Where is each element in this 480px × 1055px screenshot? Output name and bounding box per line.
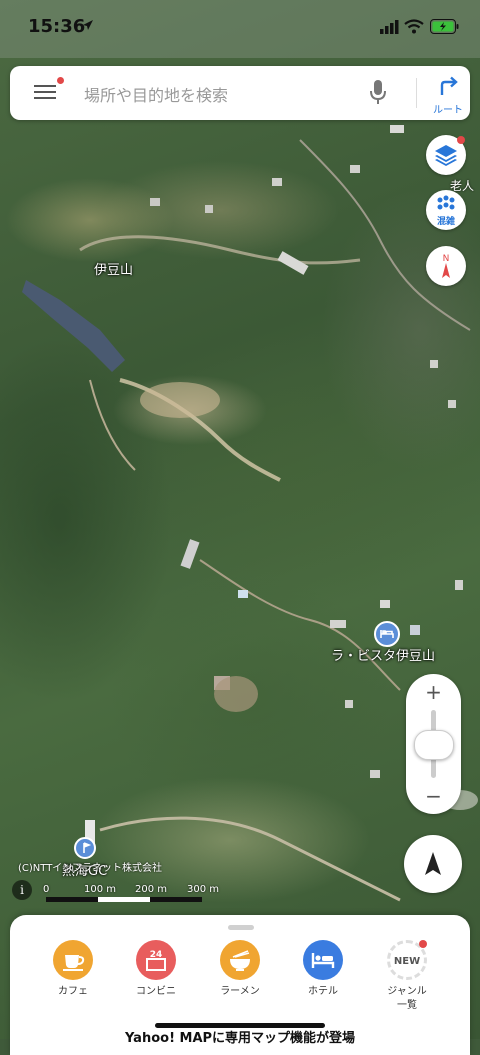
layers-notification-dot [457,136,465,144]
category-ramen[interactable]: ラーメン [200,940,280,999]
area-label: 伊豆山 [94,263,134,278]
genre-notification-dot [419,940,427,948]
hotel-pin[interactable] [374,621,400,647]
zoom-control[interactable]: + − [406,674,461,814]
layers-button[interactable] [426,135,466,175]
scale-label: 0 [43,884,50,895]
zoom-in-button[interactable]: + [406,680,461,704]
new-badge-icon: NEW [387,940,427,980]
new-badge-text: NEW [394,956,420,967]
zoom-out-button[interactable]: − [406,784,461,808]
golf-pin[interactable] [74,837,96,859]
current-location-button[interactable] [404,835,462,893]
navigation-arrow-icon [425,852,441,875]
compass-button[interactable]: N [426,246,466,286]
promo-banner-text[interactable]: Yahoo! MAPに専用マップ機能が登場 [10,1027,470,1046]
category-label: ラーメン [220,986,260,997]
scale-label: 300 m [187,884,220,895]
hamburger-menu-icon[interactable] [34,82,56,104]
bed-icon [303,940,343,980]
battery-icon [430,19,459,34]
zoom-slider-knob[interactable] [414,730,454,760]
route-label: ルート [433,105,463,116]
congestion-label: 混雑 [436,217,455,227]
bottom-sheet[interactable]: カフェ 24 コンビニ ラーメン ホテル NEW ジャンル 一覧 Yahoo! … [10,915,470,1055]
hotel-label[interactable]: ラ・ビスタ伊豆山 [331,645,435,664]
sheet-handle[interactable] [228,925,254,930]
search-bar[interactable]: 場所や目的地を検索 ルート [10,66,470,120]
category-genre-list[interactable]: NEW ジャンル 一覧 [367,940,447,1013]
category-label: カフェ [58,986,88,997]
compass-icon: N [442,254,450,278]
wifi-icon [404,19,424,34]
category-hotel[interactable]: ホテル [283,940,363,999]
notification-dot [57,77,64,84]
location-arrow-icon [83,20,93,30]
congestion-button[interactable]: 混雑 [426,190,466,230]
microphone-icon[interactable] [368,79,388,107]
ramen-bowl-icon [220,940,260,980]
route-arrow-icon [440,76,458,95]
compass-letter: N [443,254,450,264]
bed-icon [380,630,394,638]
category-label: ジャンル 一覧 [387,986,427,1011]
category-label: コンビニ [136,986,176,997]
search-divider [416,78,417,108]
search-placeholder[interactable]: 場所や目的地を検索 [84,82,228,106]
status-time: 15:36 [28,16,86,37]
route-button[interactable]: ルート [420,76,476,116]
signal-icon [380,20,399,34]
crowd-icon [437,195,455,210]
category-convenience[interactable]: 24 コンビニ [116,940,196,999]
scale-label: 100 m [84,884,117,895]
scale-label: 200 m [135,884,168,895]
coffee-cup-icon [53,940,93,980]
home-indicator[interactable] [155,1023,325,1028]
status-bar: 15:36 [0,0,480,58]
info-icon[interactable]: i [12,880,32,900]
category-label: ホテル [308,986,338,997]
golf-flag-icon [83,842,92,853]
map-attribution: (C)NTTインフラネット株式会社 [18,863,163,874]
category-cafe[interactable]: カフェ [33,940,113,999]
convenience-store-icon: 24 [136,940,176,980]
scale-bar [46,897,202,902]
